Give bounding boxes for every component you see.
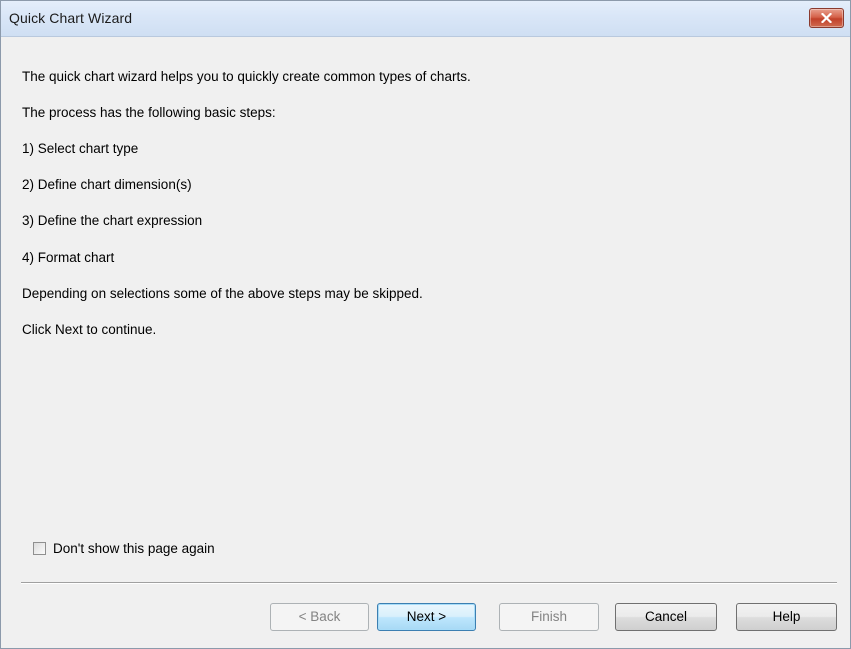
steps-heading: The process has the following basic step… <box>22 105 276 120</box>
intro-text: The quick chart wizard helps you to quic… <box>22 69 471 84</box>
step-3-text: 3) Define the chart expression <box>22 213 203 228</box>
dont-show-again-label[interactable]: Don't show this page again <box>53 541 215 556</box>
quick-chart-wizard-dialog: Quick Chart Wizard The quick chart wizar… <box>0 0 851 649</box>
finish-button[interactable]: Finish <box>499 603 599 631</box>
step-4-text: 4) Format chart <box>22 250 115 265</box>
step-1-text: 1) Select chart type <box>22 141 139 156</box>
cancel-button[interactable]: Cancel <box>615 603 717 631</box>
next-button[interactable]: Next > <box>377 603 476 631</box>
continue-instruction-text: Click Next to continue. <box>22 322 157 337</box>
back-button[interactable]: < Back <box>270 603 369 631</box>
step-2-text: 2) Define chart dimension(s) <box>22 177 192 192</box>
help-button[interactable]: Help <box>736 603 837 631</box>
button-separator <box>21 582 837 584</box>
close-icon <box>821 13 832 23</box>
close-button[interactable] <box>809 8 844 28</box>
title-bar[interactable]: Quick Chart Wizard <box>1 1 850 37</box>
skip-note-text: Depending on selections some of the abov… <box>22 286 423 301</box>
dont-show-again-checkbox[interactable] <box>33 542 46 555</box>
window-title: Quick Chart Wizard <box>9 10 133 26</box>
